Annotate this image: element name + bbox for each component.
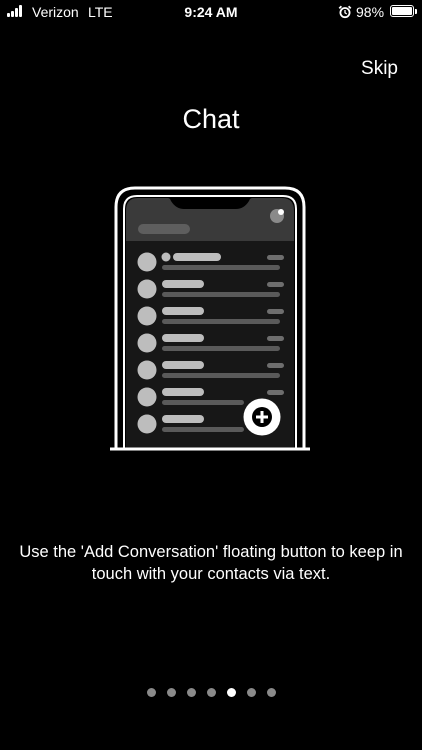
page-dot[interactable] — [186, 688, 196, 697]
page-dot[interactable] — [166, 688, 176, 697]
page-dot[interactable] — [246, 688, 256, 697]
battery-icon — [390, 5, 414, 17]
slide-title: Chat — [182, 104, 240, 134]
battery-cap — [415, 9, 417, 14]
page-indicator — [0, 688, 422, 697]
add-conversation-fab — [243, 398, 281, 436]
slide-description: Use the 'Add Conversation' floating butt… — [19, 543, 403, 583]
skip-button[interactable]: Skip — [361, 58, 398, 80]
battery-level-fill — [392, 7, 412, 15]
page-dot[interactable] — [206, 688, 216, 697]
page-dot[interactable] — [266, 688, 276, 697]
page-dot[interactable] — [146, 688, 156, 697]
phone-chat-list-illustration — [110, 186, 310, 451]
page-dot-active[interactable] — [226, 688, 236, 697]
screen-header — [126, 198, 294, 241]
status-bar: Verizon LTE 9:24 AM 98% — [0, 0, 422, 24]
alarm-icon — [338, 5, 352, 19]
header-search-pill — [138, 224, 190, 234]
battery-percent: 98% — [356, 4, 385, 20]
header-avatar-badge — [278, 209, 284, 215]
